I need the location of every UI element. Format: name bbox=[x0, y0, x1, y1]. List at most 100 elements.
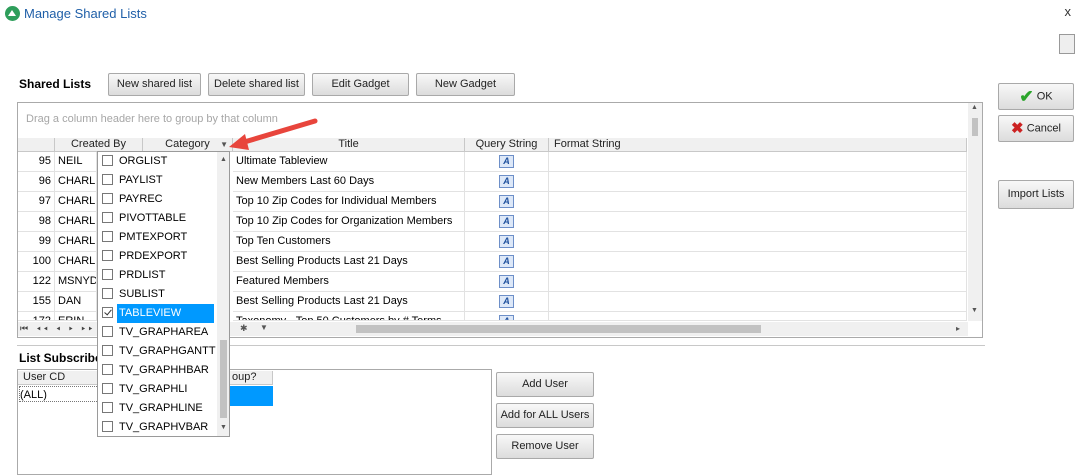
format-string-cell[interactable] bbox=[549, 232, 967, 252]
created-by-cell[interactable]: CHARLI bbox=[55, 192, 97, 212]
category-filter-item[interactable]: PRDEXPORT bbox=[98, 247, 216, 266]
checkbox-icon[interactable] bbox=[102, 212, 113, 223]
format-string-cell[interactable] bbox=[549, 272, 967, 292]
query-string-icon[interactable]: A bbox=[499, 275, 514, 288]
delete-shared-list-button[interactable]: Delete shared list bbox=[208, 73, 305, 96]
category-filter-item[interactable]: TV_GRAPHGANTT bbox=[98, 342, 216, 361]
checked-checkbox-icon[interactable] bbox=[102, 307, 113, 318]
title-cell[interactable]: Best Selling Products Last 21 Days bbox=[233, 292, 465, 312]
import-lists-button[interactable]: Import Lists bbox=[998, 180, 1074, 209]
filter-record-icon[interactable]: ▼ bbox=[260, 323, 268, 332]
category-filter-item[interactable]: ORGLIST bbox=[98, 152, 216, 171]
created-by-cell[interactable]: CHARLI bbox=[55, 172, 97, 192]
row-id-cell[interactable]: 122 bbox=[18, 272, 55, 292]
checkbox-icon[interactable] bbox=[102, 383, 113, 394]
query-string-icon[interactable]: A bbox=[499, 315, 514, 320]
group-header[interactable]: oup? bbox=[229, 371, 273, 385]
query-string-cell[interactable]: A bbox=[465, 272, 549, 292]
created-by-cell[interactable]: ERIN bbox=[55, 312, 97, 321]
id-column-header[interactable] bbox=[18, 138, 55, 152]
created-by-cell[interactable]: MSNYD bbox=[55, 272, 97, 292]
subscriber-row-user[interactable]: (ALL) bbox=[19, 386, 99, 402]
query-string-icon[interactable]: A bbox=[499, 295, 514, 308]
query-string-cell[interactable]: A bbox=[465, 232, 549, 252]
query-string-icon[interactable]: A bbox=[499, 255, 514, 268]
created-by-cell[interactable]: CHARLI bbox=[55, 212, 97, 232]
query-string-icon[interactable]: A bbox=[499, 175, 514, 188]
grid-horizontal-scroll-thumb[interactable] bbox=[356, 325, 761, 333]
query-string-cell[interactable]: A bbox=[465, 292, 549, 312]
category-filter-item[interactable]: PRDLIST bbox=[98, 266, 216, 285]
cancel-button[interactable]: ✖ Cancel bbox=[998, 115, 1074, 142]
checkbox-icon[interactable] bbox=[102, 288, 113, 299]
new-shared-list-button[interactable]: New shared list bbox=[108, 73, 201, 96]
query-string-icon[interactable]: A bbox=[499, 235, 514, 248]
row-id-cell[interactable]: 100 bbox=[18, 252, 55, 272]
format-string-cell[interactable] bbox=[549, 312, 967, 321]
dropdown-scroll-up-icon[interactable]: ▲ bbox=[220, 156, 227, 163]
checkbox-icon[interactable] bbox=[102, 402, 113, 413]
edit-gadget-button[interactable]: Edit Gadget bbox=[312, 73, 409, 96]
category-filter-item[interactable]: TV_GRAPHAREA bbox=[98, 323, 216, 342]
add-record-icon[interactable]: ✱ bbox=[240, 323, 248, 334]
category-filter-item[interactable]: TV_GRAPHVBAR bbox=[98, 418, 216, 437]
scroll-up-icon[interactable]: ▲ bbox=[971, 104, 978, 111]
user-cd-header[interactable]: User CD bbox=[18, 371, 98, 385]
category-header[interactable]: Category ▼ bbox=[143, 138, 233, 152]
category-filter-item[interactable]: TV_GRAPHHBAR bbox=[98, 361, 216, 380]
title-cell[interactable]: Top 10 Zip Codes for Organization Member… bbox=[233, 212, 465, 232]
checkbox-icon[interactable] bbox=[102, 193, 113, 204]
row-id-cell[interactable]: 98 bbox=[18, 212, 55, 232]
title-cell[interactable]: Top Ten Customers bbox=[233, 232, 465, 252]
checkbox-icon[interactable] bbox=[102, 155, 113, 166]
row-id-cell[interactable]: 155 bbox=[18, 292, 55, 312]
category-filter-item[interactable]: PMTEXPORT bbox=[98, 228, 216, 247]
query-string-cell[interactable]: A bbox=[465, 252, 549, 272]
category-filter-item[interactable]: SUBLIST bbox=[98, 285, 216, 304]
title-cell[interactable]: Top 10 Zip Codes for Individual Members bbox=[233, 192, 465, 212]
format-string-cell[interactable] bbox=[549, 192, 967, 212]
close-icon[interactable]: x bbox=[1065, 4, 1072, 19]
checkbox-icon[interactable] bbox=[102, 231, 113, 242]
checkbox-icon[interactable] bbox=[102, 421, 113, 432]
format-string-cell[interactable] bbox=[549, 152, 967, 172]
category-filter-item[interactable]: TV_GRAPHLINE bbox=[98, 399, 216, 418]
scroll-right-icon[interactable]: ▸ bbox=[956, 324, 960, 333]
query-string-cell[interactable]: A bbox=[465, 312, 549, 321]
row-id-cell[interactable]: 172 bbox=[18, 312, 55, 321]
checkbox-icon[interactable] bbox=[102, 326, 113, 337]
dropdown-scroll-thumb[interactable] bbox=[220, 340, 227, 418]
title-cell[interactable]: Ultimate Tableview bbox=[233, 152, 465, 172]
row-id-cell[interactable]: 96 bbox=[18, 172, 55, 192]
row-id-cell[interactable]: 97 bbox=[18, 192, 55, 212]
title-cell[interactable]: Best Selling Products Last 21 Days bbox=[233, 252, 465, 272]
title-cell[interactable]: Taxonomy - Top 50 Customers by # Terms bbox=[233, 312, 465, 321]
scroll-down-icon[interactable]: ▼ bbox=[971, 307, 978, 314]
query-string-cell[interactable]: A bbox=[465, 172, 549, 192]
add-for-all-users-button[interactable]: Add for ALL Users bbox=[496, 403, 594, 428]
created-by-header[interactable]: Created By bbox=[55, 138, 143, 152]
created-by-cell[interactable]: NEIL bbox=[55, 152, 97, 172]
query-string-icon[interactable]: A bbox=[499, 215, 514, 228]
created-by-cell[interactable]: CHARLI bbox=[55, 232, 97, 252]
category-filter-item[interactable]: TV_GRAPHLI bbox=[98, 380, 216, 399]
checkbox-icon[interactable] bbox=[102, 269, 113, 280]
title-cell[interactable]: New Members Last 60 Days bbox=[233, 172, 465, 192]
query-string-cell[interactable]: A bbox=[465, 152, 549, 172]
format-string-cell[interactable] bbox=[549, 252, 967, 272]
created-by-cell[interactable]: CHARLI bbox=[55, 252, 97, 272]
format-string-cell[interactable] bbox=[549, 292, 967, 312]
category-filter-item[interactable]: PAYLIST bbox=[98, 171, 216, 190]
query-string-icon[interactable]: A bbox=[499, 195, 514, 208]
add-user-button[interactable]: Add User bbox=[496, 372, 594, 397]
query-string-cell[interactable]: A bbox=[465, 212, 549, 232]
checkbox-icon[interactable] bbox=[102, 364, 113, 375]
new-gadget-button[interactable]: New Gadget bbox=[416, 73, 515, 96]
title-cell[interactable]: Featured Members bbox=[233, 272, 465, 292]
ok-button[interactable]: ✔ OK bbox=[998, 83, 1074, 110]
query-string-header[interactable]: Query String bbox=[465, 138, 549, 152]
created-by-cell[interactable]: DAN bbox=[55, 292, 97, 312]
query-string-cell[interactable]: A bbox=[465, 192, 549, 212]
format-string-header[interactable]: Format String bbox=[549, 138, 967, 152]
dropdown-scroll-down-icon[interactable]: ▼ bbox=[220, 424, 227, 431]
